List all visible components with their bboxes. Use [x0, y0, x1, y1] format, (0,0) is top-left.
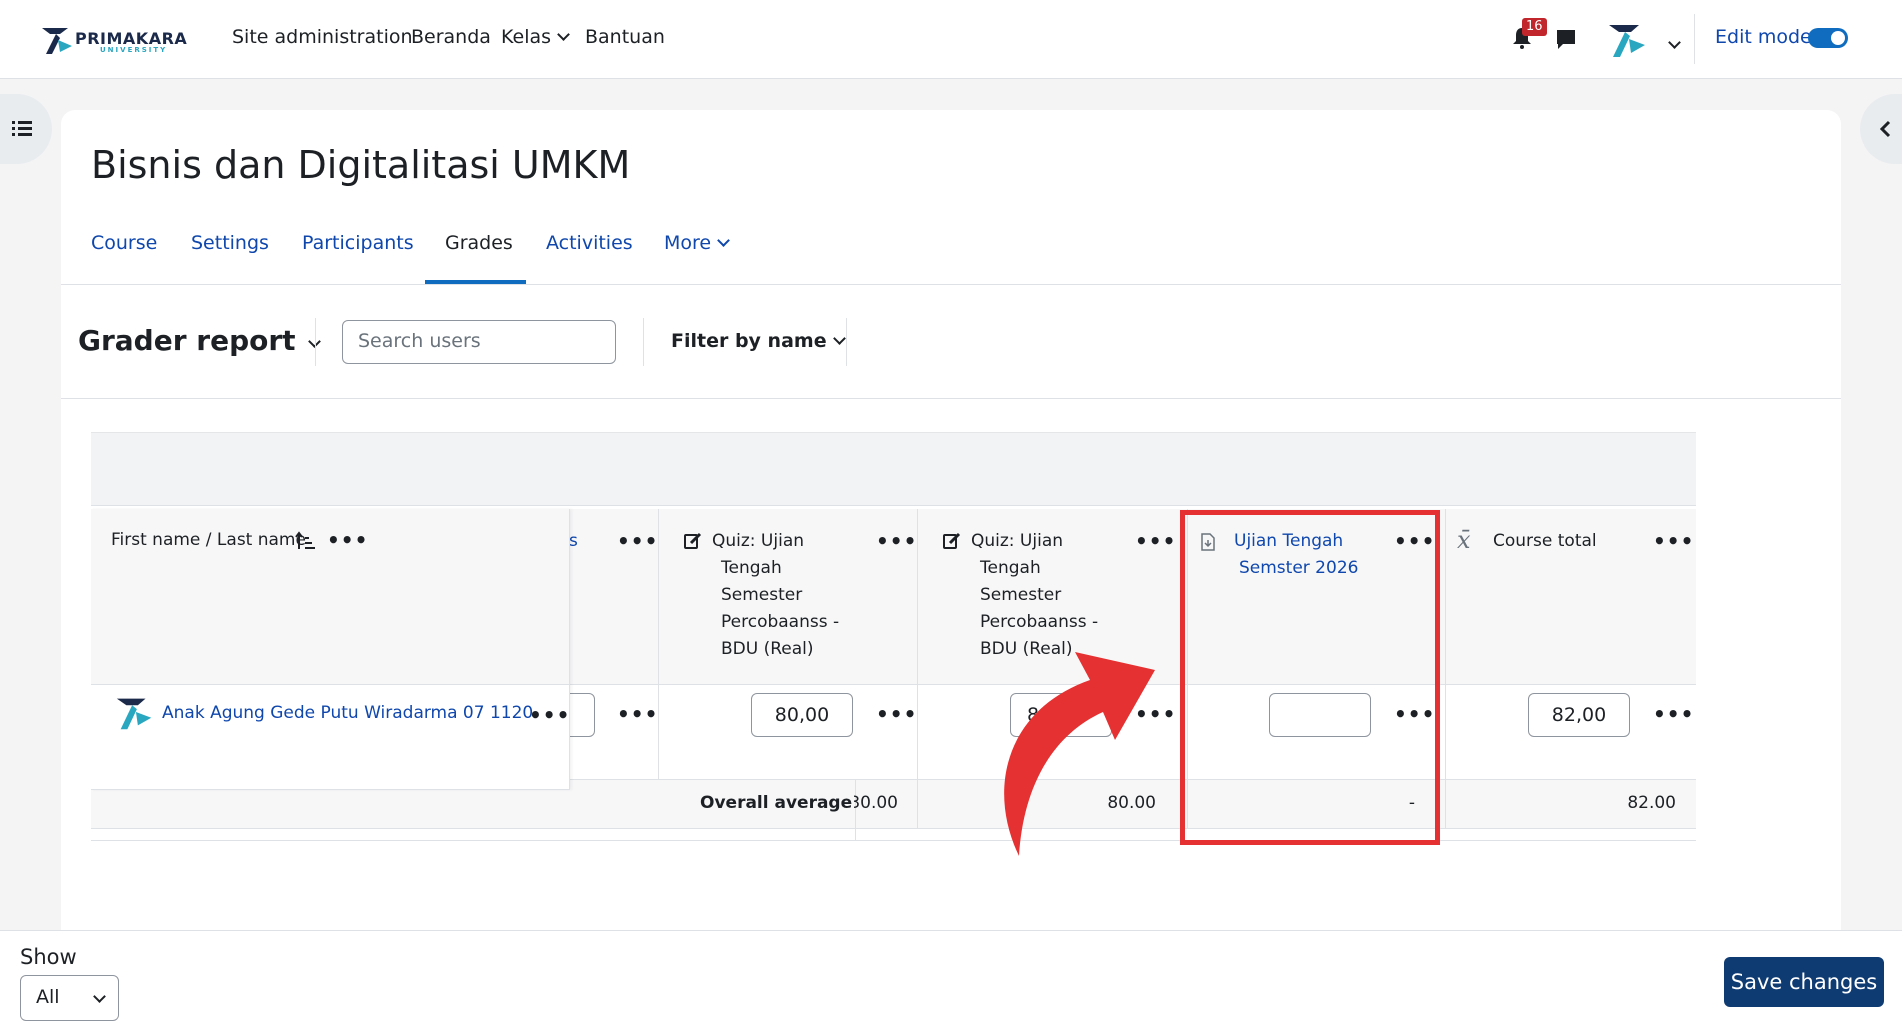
name-column-label: First name / Last name	[111, 530, 306, 550]
header-line: Semester	[980, 585, 1062, 605]
name-column-header[interactable]: First name / Last name	[111, 527, 306, 554]
header-line: Quiz: Ujian	[712, 531, 805, 551]
logo-subtext: UNIVERSITY	[100, 46, 168, 54]
grader-report-selector[interactable]: Grader report	[78, 324, 321, 357]
mean-x-bar-icon: x̄	[1457, 526, 1471, 554]
nav-beranda[interactable]: Beranda	[411, 26, 491, 48]
grader-report-label: Grader report	[78, 324, 296, 357]
grade-input-course-total[interactable]: 82,00	[1528, 693, 1630, 737]
highlight-box	[1180, 510, 1440, 845]
name-column-menu-dots-icon[interactable]: •••	[327, 530, 368, 550]
edit-mode-label: Edit mode	[1715, 26, 1812, 48]
chat-icon[interactable]	[1554, 27, 1578, 51]
cell-menu-dots-icon[interactable]: •••	[876, 704, 917, 724]
header-line: Percobaanss -	[721, 612, 840, 632]
header-line: Tengah	[980, 558, 1041, 578]
tab-grades[interactable]: Grades	[445, 232, 513, 254]
toolbar-divider	[315, 318, 316, 366]
annotation-arrow-icon	[1004, 652, 1155, 856]
partial-column-header[interactable]: s	[569, 528, 578, 555]
tab-participants[interactable]: Participants	[302, 232, 414, 254]
search-users-input[interactable]: Search users	[342, 320, 616, 364]
student-name-link[interactable]: Anak Agung Gede Putu Wiradarma 07 1120	[162, 703, 533, 723]
filter-by-name-button[interactable]: Filter by name	[671, 330, 846, 352]
header-line: Percobaanss -	[980, 612, 1099, 632]
tab-more[interactable]: More	[664, 232, 730, 254]
overall-average-label: Overall average	[700, 793, 853, 813]
chevron-down-icon	[832, 332, 846, 345]
navbar-divider	[1694, 14, 1695, 64]
chevron-down-icon	[557, 28, 570, 41]
grade-input-quiz-1[interactable]: 80,00	[751, 693, 853, 737]
chevron-down-icon	[93, 990, 106, 1003]
show-label: Show	[20, 945, 77, 969]
page-title: Bisnis dan Digitalitasi UMKM	[91, 143, 631, 187]
average-quiz-1: 30.00	[854, 793, 898, 813]
average-course-total: 82.00	[1627, 793, 1676, 813]
column-divider	[1445, 509, 1446, 829]
notification-badge: 16	[1522, 18, 1547, 36]
quiz-column-header-1[interactable]: Quiz: Ujian Tengah Semester Percobaanss …	[712, 528, 852, 663]
tab-settings[interactable]: Settings	[191, 232, 269, 254]
filter-by-name-label: Filter by name	[671, 330, 827, 352]
quiz-edit-icon	[943, 532, 961, 549]
table-bottom-line	[91, 840, 1696, 841]
user-avatar[interactable]	[1605, 17, 1651, 61]
column-menu-dots-icon[interactable]: •••	[876, 531, 917, 551]
column-menu-dots-icon[interactable]: •••	[1653, 531, 1694, 551]
sort-ascending-icon[interactable]	[295, 531, 317, 551]
toolbar-divider	[643, 318, 644, 366]
tab-more-label: More	[664, 232, 712, 254]
course-total-column-header[interactable]: Course total	[1493, 528, 1597, 555]
block-drawer-button[interactable]	[1860, 94, 1902, 164]
nav-kelas-label: Kelas	[501, 26, 552, 48]
cell-menu-dots-icon[interactable]: •••	[1653, 704, 1694, 724]
nav-kelas[interactable]: Kelas	[501, 26, 570, 48]
student-menu-dots-icon[interactable]: •••	[529, 705, 570, 725]
show-select-value: All	[36, 986, 60, 1008]
column-menu-dots-icon[interactable]: •••	[1135, 531, 1176, 551]
column-menu-dots-icon[interactable]: •••	[617, 531, 658, 551]
show-per-page-select[interactable]: All	[20, 975, 119, 1021]
table-header-band	[91, 432, 1696, 506]
column-divider	[658, 509, 659, 779]
sticky-footer	[0, 930, 1902, 1035]
tab-course[interactable]: Course	[91, 232, 157, 254]
cell-menu-dots-icon[interactable]: •••	[617, 704, 658, 724]
edit-mode-toggle[interactable]	[1808, 28, 1848, 48]
chevron-left-icon	[1879, 120, 1891, 138]
student-avatar	[116, 698, 152, 730]
list-icon	[12, 121, 32, 136]
chevron-down-icon	[717, 234, 730, 247]
nav-site-administration[interactable]: Site administration	[232, 26, 413, 48]
quiz-edit-icon	[684, 532, 702, 549]
header-line: Quiz: Ujian	[971, 531, 1064, 551]
tab-activities[interactable]: Activities	[546, 232, 633, 254]
column-divider	[917, 509, 918, 829]
save-changes-button[interactable]: Save changes	[1724, 957, 1884, 1007]
nav-bantuan[interactable]: Bantuan	[585, 26, 665, 48]
header-line: Semester	[721, 585, 803, 605]
course-index-drawer-button[interactable]	[0, 94, 52, 164]
header-line: BDU (Real)	[721, 639, 814, 659]
toolbar-bottom-divider	[61, 398, 1841, 399]
tabs-divider	[61, 284, 1841, 285]
toolbar-divider	[846, 318, 847, 366]
header-line: Tengah	[721, 558, 782, 578]
